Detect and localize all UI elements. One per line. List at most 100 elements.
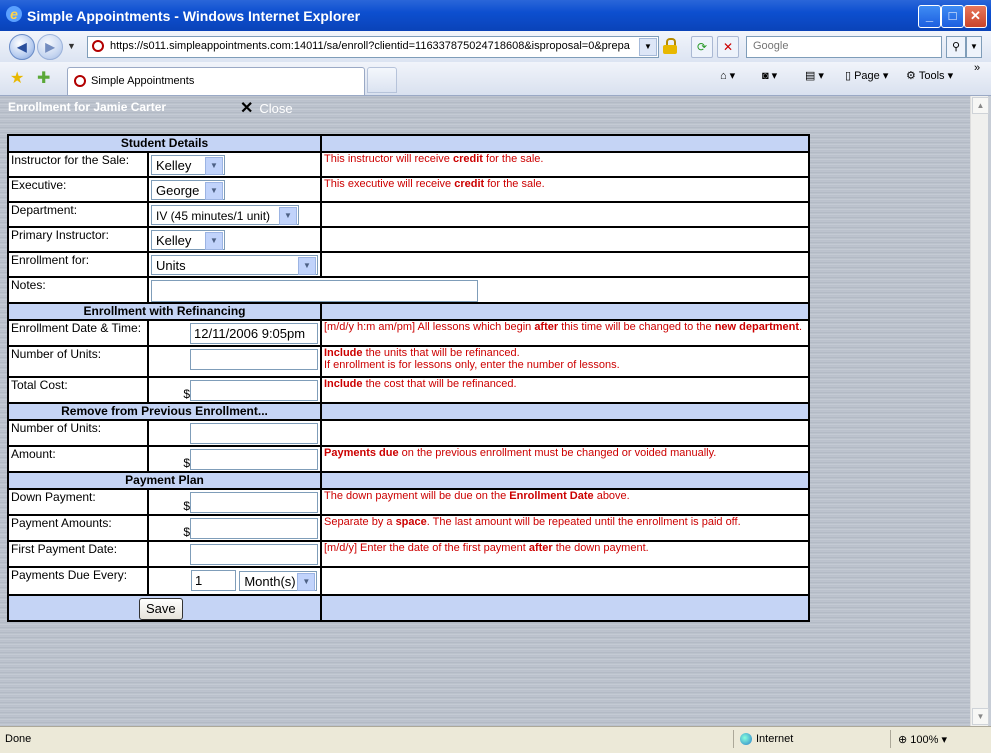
section-spacer <box>320 302 810 321</box>
help-text: Payments due on the previous enrollment … <box>320 445 810 473</box>
help-text: Include the cost that will be refinanced… <box>320 376 810 404</box>
remove-units-field[interactable] <box>190 423 318 444</box>
vertical-scrollbar[interactable]: ▲ ▼ <box>970 96 989 726</box>
status-bar: Done Internet ⊕ 100% ▾ <box>0 726 991 753</box>
section-payment-header: Payment Plan <box>7 471 810 490</box>
department-select[interactable]: IV (45 minutes/1 unit) ▼ <box>151 205 299 225</box>
section-spacer <box>320 471 810 490</box>
maximize-button[interactable]: □ <box>941 5 964 28</box>
form-row-payment-amounts: Payment Amounts: $ Separate by a space. … <box>7 514 810 542</box>
help-text: This instructor will receive credit for … <box>320 151 810 178</box>
close-link[interactable]: ✕ Close <box>240 98 293 118</box>
chevron-more-icon[interactable]: » <box>974 62 980 74</box>
field-cell <box>147 345 322 378</box>
address-url[interactable]: https://s011.simpleappointments.com:1401… <box>110 40 630 52</box>
field-label: Enrollment for: <box>7 251 149 278</box>
page-menu[interactable]: ▯ Page ▾ <box>845 69 888 82</box>
back-button[interactable]: ◀ <box>9 34 35 60</box>
primary-instructor-select[interactable]: Kelley ▼ <box>151 230 225 250</box>
notes-field[interactable] <box>151 280 478 302</box>
security-zone[interactable]: Internet <box>740 733 793 746</box>
search-options-dropdown-icon[interactable]: ▼ <box>966 36 982 58</box>
field-cell: Units ▼ <box>147 251 322 278</box>
page-icon: ▯ <box>845 70 852 82</box>
tools-menu[interactable]: ⚙ Tools ▾ <box>906 69 953 82</box>
field-cell: IV (45 minutes/1 unit) ▼ <box>147 201 322 228</box>
chevron-down-icon: ▼ <box>279 207 297 225</box>
help-text: [m/d/y h:m am/pm] All lessons which begi… <box>320 319 810 347</box>
form-row-first-payment-date: First Payment Date: [m/d/y] Enter the da… <box>7 540 810 568</box>
tools-menu-label: Tools <box>918 70 945 82</box>
chevron-down-icon: ▼ <box>297 573 316 591</box>
help-text <box>320 251 810 278</box>
enroll-date-field[interactable]: 12/11/2006 9:05pm <box>190 323 318 344</box>
rss-icon: ◙ <box>762 70 769 82</box>
feeds-button[interactable]: ◙ ▾ <box>762 69 777 82</box>
close-window-button[interactable]: ✕ <box>964 5 987 28</box>
address-dropdown-icon[interactable]: ▼ <box>639 38 657 56</box>
num-units-field[interactable] <box>190 349 318 370</box>
field-cell: Kelley ▼ <box>147 151 322 178</box>
stop-button[interactable]: ✕ <box>717 36 739 58</box>
save-button[interactable]: Save <box>139 598 183 620</box>
field-cell <box>147 540 322 568</box>
scroll-up-icon[interactable]: ▲ <box>972 97 989 114</box>
search-box[interactable] <box>746 36 942 58</box>
executive-select[interactable]: George ▼ <box>151 180 225 200</box>
tab-toolbar: ★ ✚ Simple Appointments ⌂ ▾ ◙ ▾ ▤ ▾ ▯ Page ▾… <box>0 62 991 96</box>
enrollment-for-select[interactable]: Units ▼ <box>151 255 318 275</box>
window-title: Simple Appointments - Windows Internet E… <box>27 8 361 24</box>
favorites-star-icon[interactable]: ★ <box>10 68 24 88</box>
refresh-button[interactable]: ⟳ <box>691 36 713 58</box>
form-row-enroll-date: Enrollment Date & Time: 12/11/2006 9:05p… <box>7 319 810 347</box>
select-value: George <box>156 183 200 198</box>
actions-cell: Save <box>7 594 322 622</box>
section-title: Student Details <box>7 134 322 153</box>
tab-simple-appointments[interactable]: Simple Appointments <box>67 67 365 95</box>
down-payment-field[interactable] <box>190 492 318 513</box>
help-text <box>320 419 810 447</box>
new-tab-button[interactable] <box>367 67 397 93</box>
print-button[interactable]: ▤ ▾ <box>805 69 824 82</box>
chevron-down-icon: ▼ <box>205 157 223 175</box>
section-spacer <box>320 402 810 421</box>
field-label: Notes: <box>7 276 149 304</box>
zoom-control[interactable]: ⊕ 100% ▾ <box>898 733 947 746</box>
field-cell: $ <box>147 376 322 404</box>
field-cell: $ <box>147 445 322 473</box>
search-icon[interactable]: ⚲ <box>946 36 966 58</box>
site-favicon-icon <box>92 40 104 52</box>
scroll-down-icon[interactable]: ▼ <box>972 708 989 725</box>
printer-icon: ▤ <box>805 70 816 82</box>
forward-button[interactable]: ▶ <box>37 34 63 60</box>
field-label: Primary Instructor: <box>7 226 149 253</box>
total-cost-field[interactable] <box>190 380 318 401</box>
home-icon: ⌂ <box>720 70 727 82</box>
payments-due-count-field[interactable]: 1 <box>191 570 236 591</box>
home-button[interactable]: ⌂ ▾ <box>720 69 735 82</box>
form-row-primary-instructor: Primary Instructor: Kelley ▼ <box>7 226 810 253</box>
field-cell <box>147 276 810 304</box>
field-cell: 12/11/2006 9:05pm <box>147 319 322 347</box>
section-title: Remove from Previous Enrollment... <box>7 402 322 421</box>
tab-label: Simple Appointments <box>91 75 195 87</box>
search-input[interactable] <box>751 39 941 53</box>
page-menu-label: Page <box>854 70 880 82</box>
field-label: Enrollment Date & Time: <box>7 319 149 347</box>
add-favorites-icon[interactable]: ✚ <box>37 68 50 88</box>
form-row-num-units: Number of Units: Include the units that … <box>7 345 810 378</box>
help-text <box>320 201 810 228</box>
chevron-down-icon: ▼ <box>205 182 223 200</box>
payments-due-unit-select[interactable]: Month(s) ▼ <box>239 571 318 591</box>
field-label: First Payment Date: <box>7 540 149 568</box>
minimize-button[interactable]: _ <box>918 5 941 28</box>
address-bar[interactable]: https://s011.simpleappointments.com:1401… <box>87 36 659 58</box>
instructor-sale-select[interactable]: Kelley ▼ <box>151 155 225 175</box>
remove-amount-field[interactable] <box>190 449 318 470</box>
help-text: This executive will receive credit for t… <box>320 176 810 203</box>
history-dropdown-icon[interactable]: ▼ <box>67 41 76 51</box>
payment-amounts-field[interactable] <box>190 518 318 539</box>
first-payment-date-field[interactable] <box>190 544 318 565</box>
field-label: Total Cost: <box>7 376 149 404</box>
lock-icon[interactable] <box>663 38 677 54</box>
